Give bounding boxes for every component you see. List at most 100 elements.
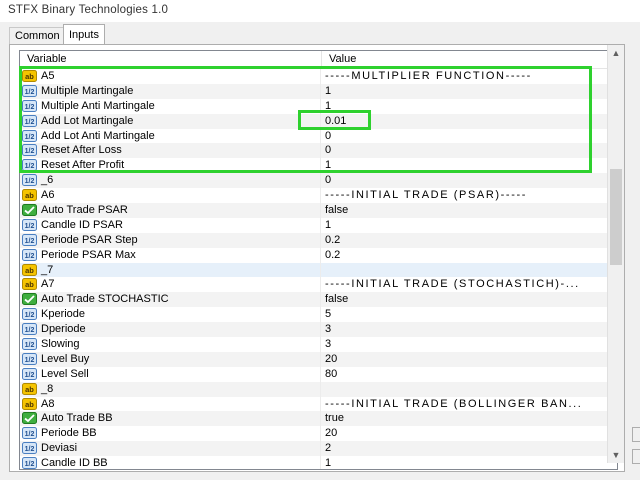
- grid-row[interactable]: 1/2 Multiple Martingale 1: [20, 83, 617, 99]
- column-header-value[interactable]: Value: [322, 51, 616, 68]
- value-cell[interactable]: -----INITIAL TRADE (PSAR)-----: [325, 188, 609, 203]
- value-cell[interactable]: 1: [325, 84, 609, 99]
- grid-row[interactable]: 1/2 Slowing 3: [20, 337, 617, 352]
- number-icon: 1/2: [22, 218, 37, 231]
- value-cell[interactable]: 3: [325, 322, 609, 337]
- grid-row[interactable]: ab A6 -----INITIAL TRADE (PSAR)-----: [20, 188, 617, 204]
- number-icon: 1/2: [22, 457, 37, 469]
- svg-text:ab: ab: [25, 72, 34, 81]
- variable-name: Periode BB: [41, 427, 97, 440]
- variable-name: Level Buy: [41, 352, 90, 365]
- number-icon: 1/2: [22, 99, 37, 112]
- value-cell[interactable]: -----INITIAL TRADE (STOCHASTICH)-...: [325, 277, 609, 292]
- grid-row[interactable]: 1/2 Reset After Profit 1: [20, 158, 617, 174]
- svg-text:1/2: 1/2: [25, 119, 35, 126]
- tab-strip: Common Inputs: [0, 24, 640, 45]
- grid-row[interactable]: 1/2 Reset After Loss 0: [20, 143, 617, 159]
- number-icon: 1/2: [22, 84, 37, 97]
- svg-text:1/2: 1/2: [25, 372, 35, 379]
- variable-cell: ab _7: [20, 262, 321, 278]
- grid-row[interactable]: 1/2 Add Lot Anti Martingale 0: [20, 128, 617, 144]
- variable-cell: 1/2 Multiple Martingale: [20, 83, 321, 99]
- value-cell[interactable]: 20: [325, 426, 609, 441]
- grid-row[interactable]: 1/2 Periode BB 20: [20, 426, 617, 442]
- value-cell[interactable]: [325, 263, 609, 278]
- svg-text:1/2: 1/2: [25, 134, 35, 141]
- value-cell[interactable]: 20: [325, 352, 609, 367]
- variable-name: Reset After Loss: [41, 144, 122, 157]
- grid-row[interactable]: 1/2 Multiple Anti Martingale 1: [20, 98, 617, 114]
- variable-name: Kperiode: [41, 308, 86, 321]
- value-cell[interactable]: 0: [325, 173, 609, 188]
- variable-cell: 1/2 Periode PSAR Max: [20, 247, 321, 263]
- value-cell[interactable]: 0.2: [325, 233, 609, 248]
- value-cell[interactable]: 1: [325, 158, 609, 173]
- value-cell[interactable]: 5: [325, 307, 609, 322]
- value-cell[interactable]: 0.2: [325, 248, 609, 263]
- grid-row[interactable]: ab A7 -----INITIAL TRADE (STOCHASTICH)-...: [20, 277, 617, 293]
- value-cell[interactable]: -----INITIAL TRADE (BOLLINGER BAN...: [325, 397, 609, 412]
- variable-name: A5: [41, 70, 55, 82]
- value-cell[interactable]: 1: [325, 456, 609, 469]
- value-cell[interactable]: [325, 382, 609, 397]
- variable-name: Periode PSAR Step: [41, 233, 138, 246]
- tab-common[interactable]: Common: [9, 27, 66, 44]
- number-icon: 1/2: [22, 248, 37, 261]
- grid-row[interactable]: 1/2 Candle ID BB 1: [20, 456, 617, 469]
- svg-text:1/2: 1/2: [25, 223, 35, 230]
- number-icon: 1/2: [22, 114, 37, 127]
- grid-row[interactable]: 1/2 Level Sell 80: [20, 366, 617, 382]
- grid-row[interactable]: 1/2 Level Buy 20: [20, 351, 617, 367]
- grid-row[interactable]: 1/2 Candle ID PSAR 1: [20, 217, 617, 233]
- variable-cell: 1/2 _6: [20, 173, 321, 189]
- grid-row[interactable]: 1/2 Kperiode 5: [20, 307, 617, 323]
- value-cell[interactable]: 80: [325, 367, 609, 382]
- grid-row[interactable]: Auto Trade BB true: [20, 411, 617, 427]
- value-cell[interactable]: true: [325, 411, 609, 426]
- vertical-scrollbar[interactable]: ▲ ▼: [607, 45, 624, 463]
- grid-row[interactable]: 1/2 Periode PSAR Step 0.2: [20, 232, 617, 248]
- variable-cell: 1/2 Reset After Loss: [20, 143, 321, 159]
- variable-cell: 1/2 Kperiode: [20, 307, 321, 323]
- column-header-variable[interactable]: Variable: [20, 51, 322, 68]
- ab-icon: ab: [22, 278, 37, 291]
- variable-cell: 1/2 Multiple Anti Martingale: [20, 98, 321, 114]
- variable-cell: ab A7: [20, 277, 321, 293]
- ab-icon: ab: [22, 397, 37, 410]
- value-cell[interactable]: false: [325, 203, 609, 218]
- bool-icon: [22, 204, 37, 217]
- grid-row[interactable]: 1/2 Dperiode 3: [20, 322, 617, 338]
- grid-row[interactable]: ab _7: [20, 262, 617, 278]
- variable-cell: Auto Trade STOCHASTIC: [20, 292, 321, 308]
- grid-row[interactable]: ab A8 -----INITIAL TRADE (BOLLINGER BAN...: [20, 396, 617, 412]
- grid-row[interactable]: 1/2 _6 0: [20, 173, 617, 189]
- grid-row[interactable]: 1/2 Periode PSAR Max 0.2: [20, 247, 617, 263]
- variable-cell: ab A6: [20, 188, 321, 204]
- value-cell[interactable]: 0: [325, 143, 609, 158]
- grid-row[interactable]: 1/2 Deviasi 2: [20, 441, 617, 457]
- grid-row[interactable]: ab A5 -----MULTIPLIER FUNCTION-----: [20, 69, 617, 84]
- variable-name: _8: [41, 382, 54, 395]
- side-button-upper[interactable]: [632, 427, 640, 442]
- variable-name: Add Lot Martingale: [41, 114, 134, 127]
- value-cell[interactable]: 2: [325, 441, 609, 456]
- grid-row[interactable]: Auto Trade STOCHASTIC false: [20, 292, 617, 308]
- value-cell[interactable]: -----MULTIPLIER FUNCTION-----: [325, 69, 609, 84]
- value-cell[interactable]: 0.01: [325, 114, 609, 129]
- value-cell[interactable]: 1: [325, 99, 609, 114]
- number-icon: 1/2: [22, 233, 37, 246]
- variable-cell: 1/2 Slowing: [20, 337, 321, 352]
- side-button-lower[interactable]: [632, 449, 640, 464]
- tab-inputs[interactable]: Inputs: [63, 24, 105, 45]
- grid-row[interactable]: ab _8: [20, 381, 617, 397]
- grid-row[interactable]: 1/2 Add Lot Martingale 0.01: [20, 113, 617, 129]
- scroll-up-arrow-icon[interactable]: ▲: [610, 47, 622, 59]
- scroll-down-arrow-icon[interactable]: ▼: [610, 449, 622, 461]
- inputs-panel: Variable Value ab A5 -----MULTIPLIER FUNCT…: [9, 44, 625, 472]
- value-cell[interactable]: 3: [325, 337, 609, 352]
- scrollbar-thumb[interactable]: [610, 169, 622, 265]
- value-cell[interactable]: 0: [325, 129, 609, 144]
- grid-row[interactable]: Auto Trade PSAR false: [20, 203, 617, 218]
- value-cell[interactable]: false: [325, 292, 609, 307]
- value-cell[interactable]: 1: [325, 218, 609, 233]
